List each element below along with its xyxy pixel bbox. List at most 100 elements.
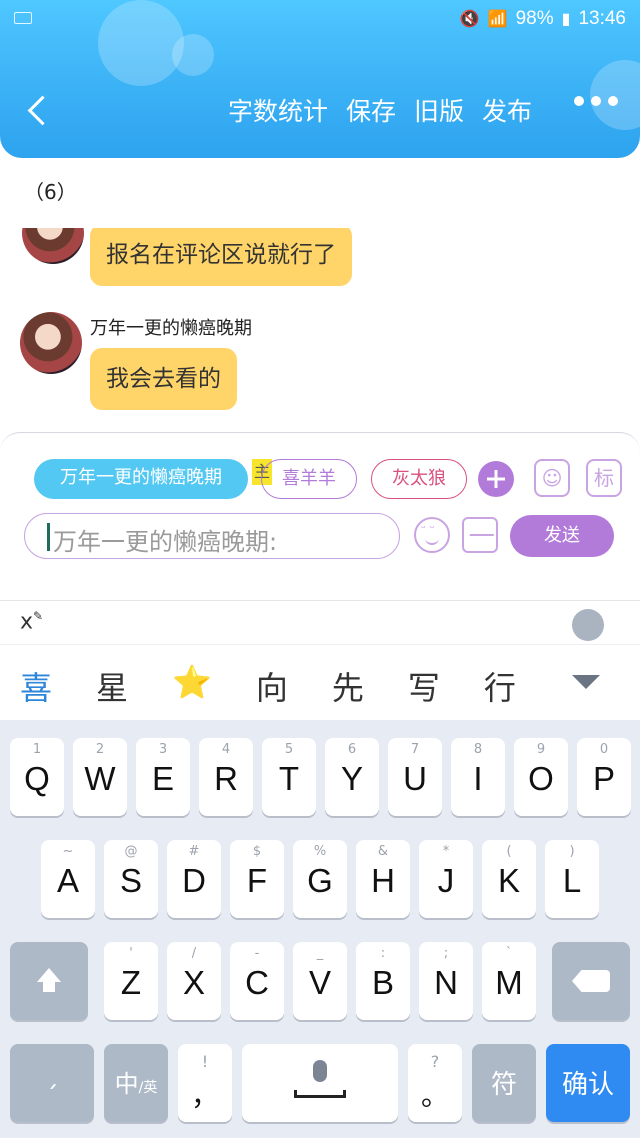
message-bubble: 报名在评论区说就行了 [90,228,352,286]
letter-key-w[interactable]: 2W [73,738,127,816]
candidate-item[interactable]: 先 [332,663,364,709]
letter-key-h[interactable]: & H [356,840,410,918]
avatar[interactable] [22,228,84,264]
label-icon[interactable]: 标 [586,459,622,497]
battery-icon: ▮ [561,11,571,28]
key-alt-char: / [191,946,197,961]
letter-key-x[interactable]: / X [167,942,221,1020]
letter-key-o[interactable]: 9O [514,738,568,816]
key-alt-char: @ [124,844,138,859]
key-alt-char: 5 [284,742,294,757]
confirm-key[interactable]: 确认 [546,1044,630,1122]
wifi-icon: 📶 [487,11,508,28]
word-count-button[interactable]: 字数统计 [228,92,328,128]
letter-key-c[interactable]: -C [230,942,284,1020]
key-alt-char: 4 [221,742,231,757]
period-key-label: 。 [420,1080,449,1111]
handwriting-label: x [20,609,34,635]
letter-key-n[interactable]: ; N [419,942,473,1020]
emoji-icon[interactable] [414,517,450,553]
letter-key-q[interactable]: 1Q [10,738,64,816]
old-version-button[interactable]: 旧版 [414,92,464,128]
letter-key-l[interactable]: ) L [545,840,599,918]
expand-candidates-icon[interactable] [572,675,600,689]
letter-key-a[interactable]: ~ A [41,840,95,918]
keyboard: ˏ 中/英 ! ， ? 。 符 确认 1 Q 2 W 3 E 4 R 5 T 6 Y 7 U 8 I 9 O 0 P ~… [0,720,640,1138]
key-alt-char: 2 [95,742,105,757]
key-alt-char: # [188,844,200,859]
candidate-item[interactable]: 行 [484,663,516,709]
letter-key-m[interactable]: ` M [482,942,536,1020]
key-char: K [497,862,520,899]
section-label: （6） [24,180,77,204]
message-input[interactable]: 万年一更的懒癌晚期: [24,513,400,559]
more-options-icon[interactable] [574,96,618,106]
key-alt-char: 7 [410,742,420,757]
candidate-item[interactable]: 写 [408,663,440,709]
key-alt-char: ( [506,844,512,859]
letter-key-d[interactable]: # D [167,840,221,918]
letter-key-s[interactable]: @ S [104,840,158,918]
save-button[interactable]: 保存 [346,92,396,128]
letter-key-j[interactable]: * J [419,840,473,918]
letter-key-y[interactable]: 6Y [325,738,379,816]
key-alt-char: ) [569,844,575,859]
message-input-placeholder: 万年一更的懒癌晚期: [53,528,278,556]
letter-key-f[interactable]: $ F [230,840,284,918]
profile-card-icon[interactable]: ☺ [534,459,570,497]
image-icon[interactable] [462,517,498,553]
candidate-item[interactable]: 喜 [20,663,52,709]
period-key-alt: ? [430,1052,440,1071]
back-button[interactable] [22,90,58,130]
candidate-item[interactable]: 向 [256,663,288,709]
key-char: S [119,862,142,899]
backspace-key[interactable] [552,942,630,1020]
comma-key-alt: ! [201,1052,209,1071]
role-chip-active[interactable]: 万年一更的懒癌晚期 [34,459,248,499]
letter-key-b[interactable]: :B [356,942,410,1020]
key-char: B [371,964,394,1001]
key-alt-char: 1 [32,742,42,757]
letter-key-v[interactable]: _ V [293,942,347,1020]
key-alt-char: 6 [347,742,357,757]
symbols-key[interactable]: 符 [472,1044,536,1122]
punctuation-key[interactable]: ˏ [10,1044,94,1122]
send-button[interactable]: 发送 [510,515,614,557]
key-alt-char: % [313,844,327,859]
comma-key[interactable]: ! ， [178,1044,232,1122]
letter-key-i[interactable]: 8I [451,738,505,816]
handwriting-toggle[interactable]: x✎ [20,609,43,634]
letter-key-e[interactable]: 3E [136,738,190,816]
letter-key-u[interactable]: 7U [388,738,442,816]
period-key[interactable]: ? 。 [408,1044,462,1122]
key-char: L [562,862,582,899]
key-alt-char: $ [252,844,262,859]
letter-key-r[interactable]: 4R [199,738,253,816]
key-alt-char: 3 [158,742,168,757]
shift-key[interactable] [10,942,88,1020]
punctuation-icon: ˏ [45,1060,59,1090]
key-char: E [151,760,174,797]
avatar[interactable] [20,312,82,374]
letter-key-p[interactable]: 0P [577,738,631,816]
language-switch-key[interactable]: 中/英 [104,1044,168,1122]
letter-key-t[interactable]: 5T [262,738,316,816]
letter-key-z[interactable]: ' Z [104,942,158,1020]
key-alt-char: ; [443,946,449,961]
keyboard-profile-icon[interactable] [572,609,604,641]
key-char: D [182,862,206,899]
candidate-item[interactable]: ⭐ [172,663,212,709]
publish-button[interactable]: 发布 [482,92,532,128]
letter-key-k[interactable]: (K [482,840,536,918]
candidate-bar: 喜 星 ⭐ 向 先 写 行 [0,644,640,720]
letter-key-g[interactable]: % G [293,840,347,918]
shift-icon [37,968,61,982]
role-chip[interactable]: 灰太狼 [371,459,467,499]
candidate-item[interactable]: 星 [96,663,128,709]
key-char: F [246,862,268,899]
role-chip[interactable]: 喜羊羊 [261,459,357,499]
key-char: I [473,760,483,797]
add-role-icon[interactable] [478,461,514,497]
space-key[interactable] [242,1044,398,1122]
app-header: 🔇 📶 98% ▮ 13:46 字数统计 保存 旧版 发布 [0,0,640,158]
